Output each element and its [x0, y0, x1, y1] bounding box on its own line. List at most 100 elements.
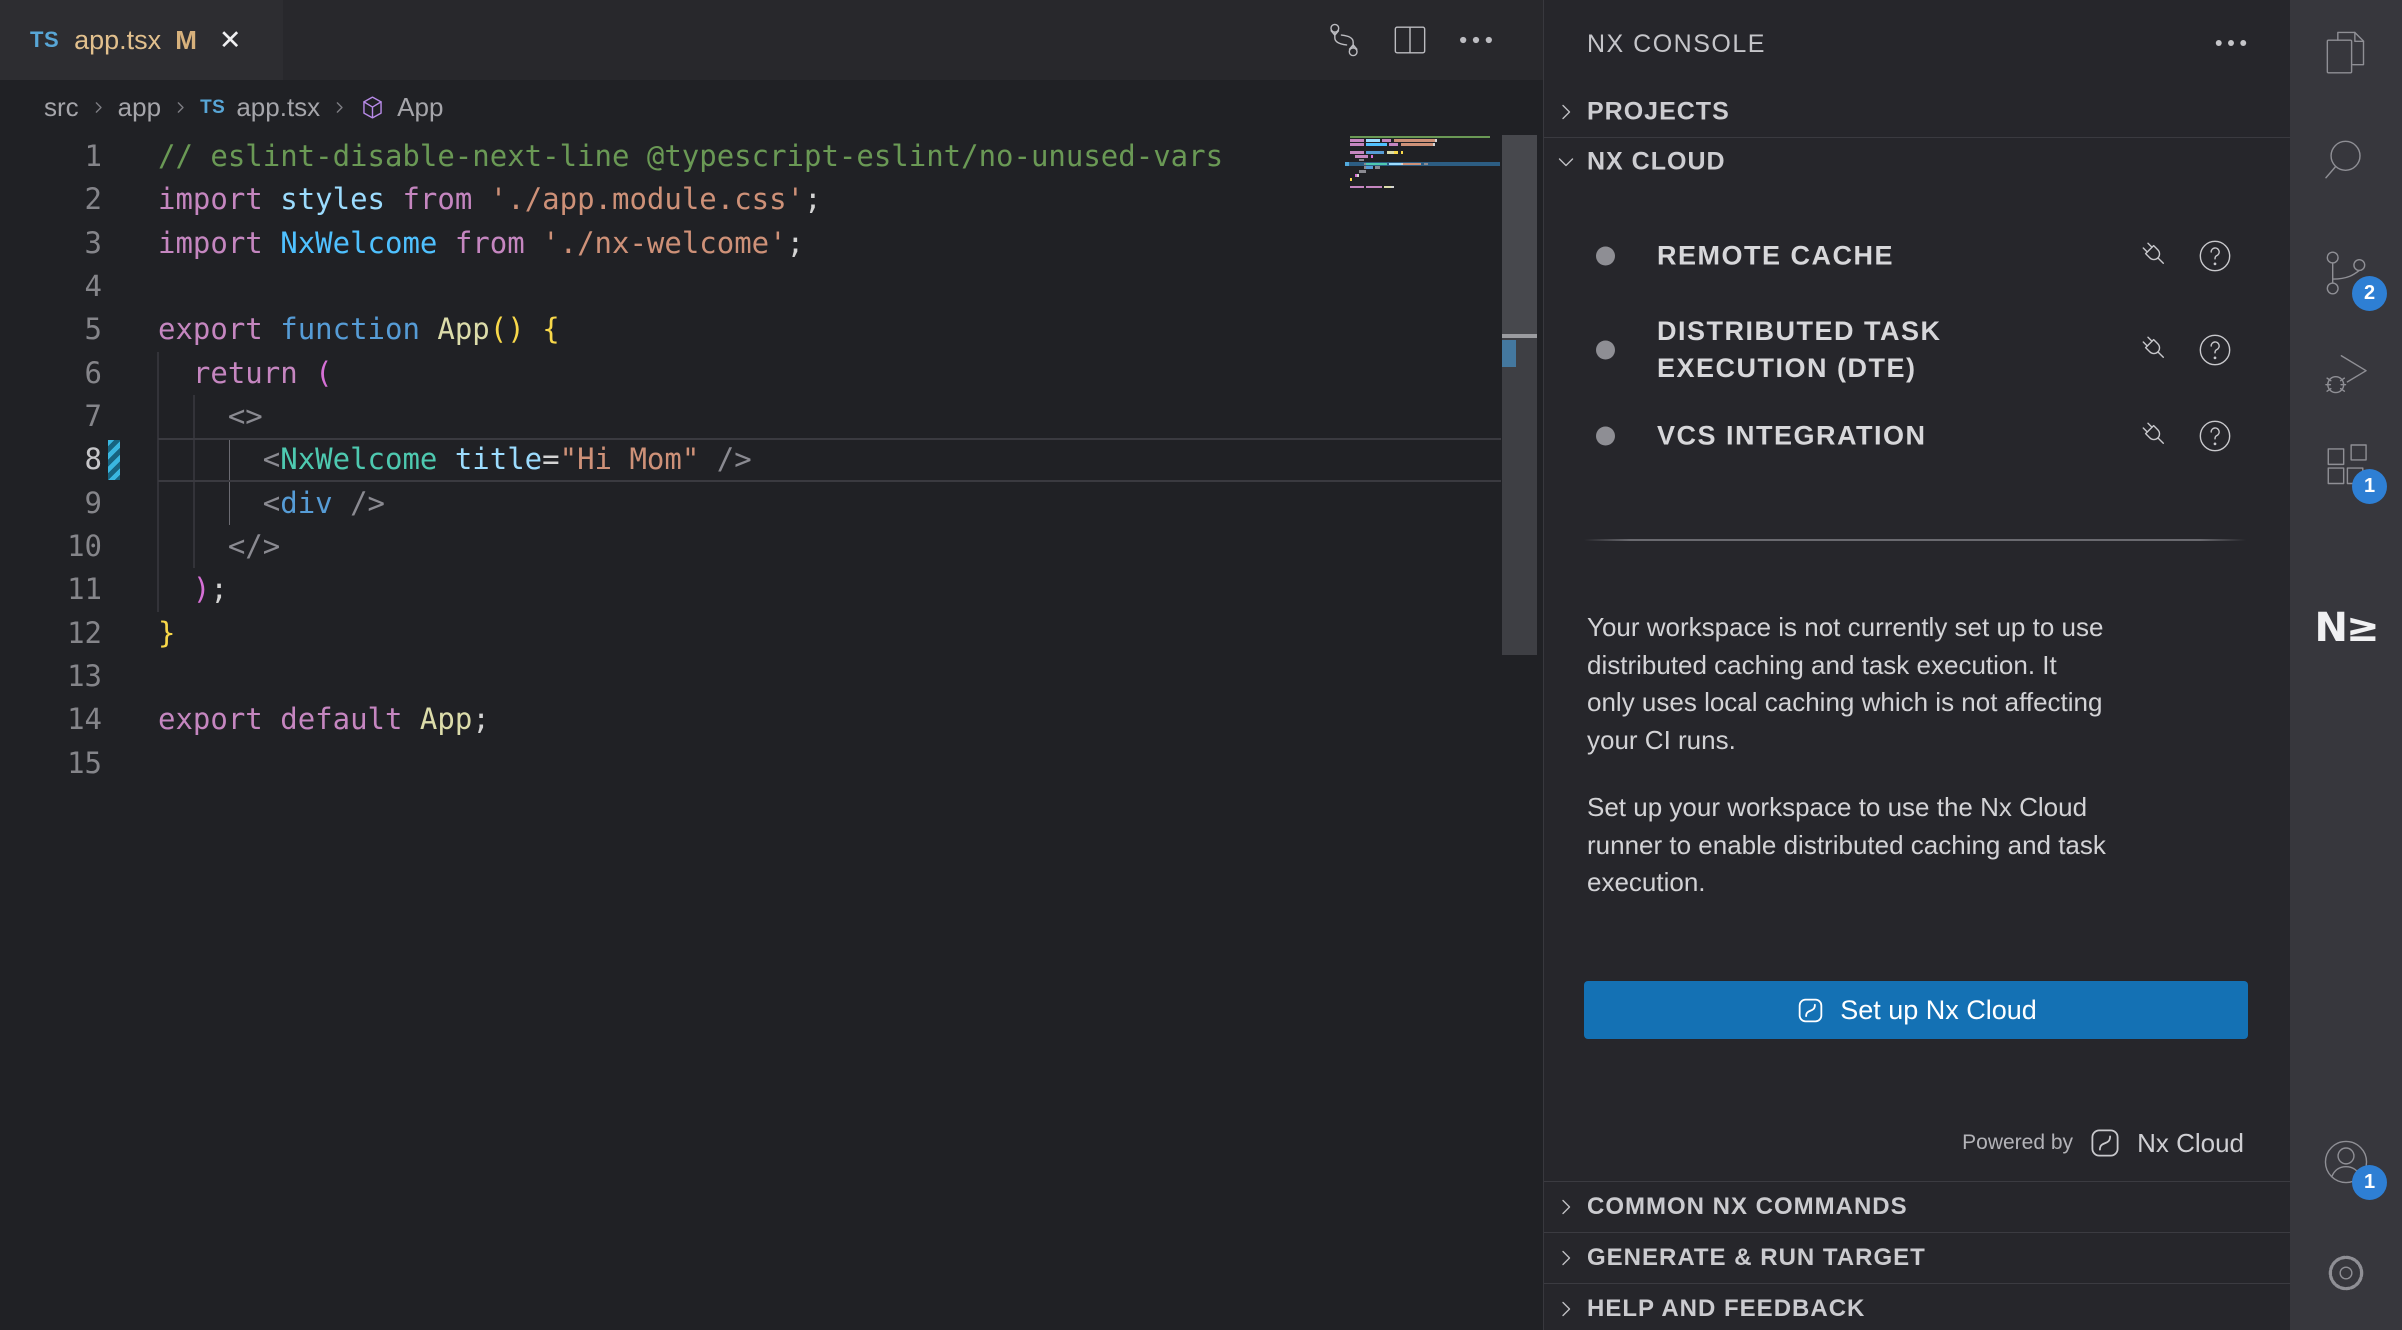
section-generate-run-target[interactable]: GENERATE & RUN TARGET	[1544, 1232, 2290, 1283]
run-debug-icon	[2318, 345, 2374, 401]
panel-title: NX CONSOLE	[1587, 30, 1766, 59]
symbol-cube-icon	[359, 94, 386, 121]
line-number: 7	[0, 395, 102, 438]
line-number: 5	[0, 308, 102, 351]
breadcrumb-item-apptsx[interactable]: app.tsx	[236, 92, 320, 123]
setup-button-label: Set up Nx Cloud	[1840, 995, 2037, 1026]
code-line-text: }	[102, 612, 175, 655]
more-actions-icon[interactable]	[1454, 18, 1498, 62]
chevron-right-icon	[1554, 100, 1578, 124]
powered-by-label: Powered by	[1962, 1131, 2073, 1155]
close-tab-icon[interactable]: ✕	[219, 27, 242, 54]
cloud-item-label: VCS INTEGRATION	[1657, 418, 1927, 455]
status-dot-icon	[1596, 247, 1615, 266]
activity-run-debug[interactable]	[2290, 342, 2402, 404]
minimap[interactable]	[1345, 135, 1500, 193]
split-editor-icon[interactable]	[1388, 18, 1432, 62]
breadcrumb-separator-icon	[331, 99, 348, 116]
code-line: 3import NxWelcome from './nx-welcome';	[0, 222, 1543, 265]
panel-header: NX CONSOLE	[1544, 0, 2290, 88]
section-nx-cloud[interactable]: NX CLOUD	[1544, 137, 2290, 185]
line-number: 14	[0, 698, 102, 741]
search-icon	[2318, 132, 2374, 188]
powered-by: Powered by Nx Cloud	[1962, 1120, 2244, 1166]
chevron-right-icon	[1554, 1195, 1578, 1219]
line-number: 10	[0, 525, 102, 568]
tab-app-tsx[interactable]: TS app.tsx M ✕	[0, 0, 283, 80]
tab-filename: app.tsx	[74, 25, 161, 56]
line-number: 4	[0, 265, 102, 308]
breadcrumb-item-app[interactable]: app	[118, 92, 161, 123]
breadcrumb: srcappTSapp.tsxApp	[0, 80, 1543, 135]
activity-source-control[interactable]: 2	[2290, 242, 2402, 304]
code-line: 2import styles from './app.module.css';	[0, 178, 1543, 221]
breadcrumb-item-App[interactable]: App	[397, 92, 443, 123]
section-help-and-feedback[interactable]: HELP AND FEEDBACK	[1544, 1283, 2290, 1330]
help-icon[interactable]	[2195, 330, 2235, 370]
connect-icon[interactable]	[2136, 236, 2176, 276]
connect-icon[interactable]	[2136, 330, 2176, 370]
code-line-text: <div />	[102, 482, 385, 525]
line-number: 12	[0, 612, 102, 655]
status-dot-icon	[1596, 341, 1615, 360]
code-line-text: // eslint-disable-next-line @typescript-…	[102, 135, 1223, 178]
chevron-right-icon	[1554, 1297, 1578, 1321]
code-line: 7 <>	[0, 395, 1543, 438]
status-dot-icon	[1596, 427, 1615, 446]
code-line-text: import styles from './app.module.css';	[102, 178, 822, 221]
panel-footer-sections: COMMON NX COMMANDS GENERATE & RUN TARGET H…	[1544, 1181, 2290, 1330]
activity-settings[interactable]	[2290, 1242, 2402, 1304]
more-actions-icon[interactable]	[2210, 22, 2252, 64]
overview-modified-marker	[1502, 340, 1516, 367]
connect-icon[interactable]	[2136, 416, 2176, 456]
workspace-status-message: Your workspace is not currently set up t…	[1587, 609, 2257, 759]
breadcrumb-item-src[interactable]: src	[44, 92, 79, 123]
code-editor[interactable]: 1// eslint-disable-next-line @typescript…	[0, 135, 1543, 785]
code-line: 8 <NxWelcome title="Hi Mom" />	[0, 438, 1543, 481]
overview-cursor-marker	[1502, 334, 1537, 338]
code-line: 11 );	[0, 568, 1543, 611]
activity-extensions[interactable]: 1	[2290, 435, 2402, 497]
badge-count: 2	[2352, 276, 2387, 311]
powered-by-brand: Nx Cloud	[2137, 1128, 2244, 1159]
open-changes-icon[interactable]	[1322, 18, 1366, 62]
vscode-window: TS app.tsx M ✕ srcappTSapp.tsxApp 1// es…	[0, 0, 2402, 1330]
activity-search[interactable]	[2290, 129, 2402, 191]
git-modified-badge: M	[175, 25, 197, 56]
scrollbar-thumb[interactable]	[1502, 135, 1537, 334]
code-line-text: export default App;	[102, 698, 490, 741]
help-icon[interactable]	[2195, 236, 2235, 276]
code-line-text: </>	[102, 525, 280, 568]
line-number: 15	[0, 742, 102, 785]
code-line: 10 </>	[0, 525, 1543, 568]
section-label: GENERATE & RUN TARGET	[1587, 1244, 1926, 1272]
code-line-text	[102, 655, 158, 698]
line-number: 9	[0, 482, 102, 525]
activity-accounts[interactable]: 1	[2290, 1131, 2402, 1193]
activity-explorer[interactable]	[2290, 22, 2402, 84]
section-common-nx-commands[interactable]: COMMON NX COMMANDS	[1544, 1181, 2290, 1232]
activity-nx-console[interactable]: N≥	[2290, 597, 2402, 659]
section-projects[interactable]: PROJECTS	[1544, 88, 2290, 136]
set-up-nx-cloud-button[interactable]: Set up Nx Cloud	[1584, 981, 2248, 1039]
breadcrumb-separator-icon	[172, 99, 189, 116]
code-line: 15	[0, 742, 1543, 785]
badge-count: 1	[2352, 469, 2387, 504]
breadcrumb-separator-icon	[90, 99, 107, 116]
code-line: 4	[0, 265, 1543, 308]
code-line: 14export default App;	[0, 698, 1543, 741]
line-number: 6	[0, 352, 102, 395]
code-line-text: export function App() {	[102, 308, 560, 351]
section-label: COMMON NX COMMANDS	[1587, 1193, 1908, 1221]
typescript-file-icon: TS	[30, 27, 59, 53]
editor-area: TS app.tsx M ✕ src app TS app.tsx App 1// es…	[0, 0, 1543, 1330]
explorer-icon	[2318, 25, 2374, 81]
help-icon[interactable]	[2195, 416, 2235, 456]
line-number: 11	[0, 568, 102, 611]
cloud-item-distributed: DISTRIBUTED TASK EXECUTION (DTE)	[1544, 298, 2290, 402]
editor-scrollbar[interactable]	[1502, 135, 1537, 655]
code-line-text: import NxWelcome from './nx-welcome';	[102, 222, 804, 265]
code-line: 12}	[0, 612, 1543, 655]
section-label: HELP AND FEEDBACK	[1587, 1295, 1865, 1323]
cloud-item-label: DISTRIBUTED TASK EXECUTION (DTE)	[1657, 313, 1942, 387]
